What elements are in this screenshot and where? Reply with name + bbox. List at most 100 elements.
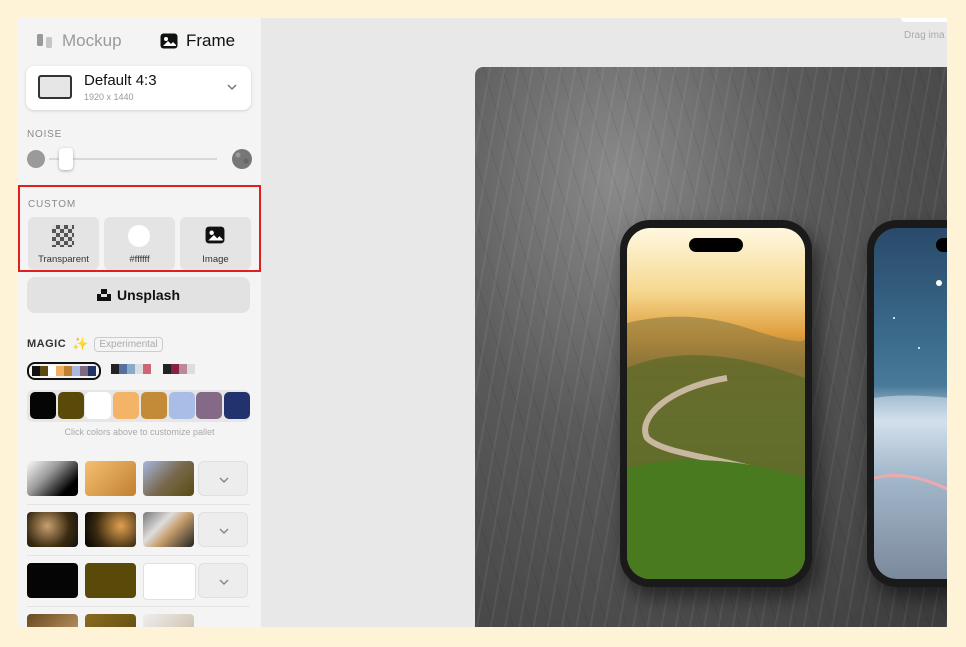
magic-label: MAGIC [27,338,67,350]
frame-size-name: Default 4:3 [84,72,157,89]
palette-color [80,366,88,376]
mockup-icon [37,34,52,48]
palette-color [119,364,127,374]
palette-color [32,366,40,376]
phone-mockup-2[interactable] [867,220,947,587]
mockup-canvas[interactable] [475,67,947,627]
dynamic-island [936,238,947,252]
palette-color [127,364,135,374]
chevron-down-icon [219,528,229,535]
palette-preset[interactable] [27,362,101,380]
image-icon [205,226,225,244]
color-swatch[interactable] [30,392,56,419]
palette-color [64,366,72,376]
noise-slider-track[interactable] [49,158,217,160]
dynamic-island [689,238,743,252]
tab-frame-label: Frame [186,31,236,50]
color-swatch[interactable] [196,392,223,419]
expand-presets-button[interactable] [198,563,248,598]
gradient-preset[interactable] [143,563,196,600]
custom-label: CUSTOM [28,199,76,210]
phone-screen-2 [874,228,947,579]
divider [27,504,250,505]
transparent-label: Transparent [38,254,89,265]
gradient-preset[interactable] [143,614,194,627]
expand-presets-button[interactable] [198,461,248,496]
color-swatch[interactable] [140,392,167,419]
palette-color [179,364,187,374]
divider [27,606,250,607]
divider [27,555,250,556]
white-color-button[interactable]: #ffffff [104,217,175,270]
color-swatches [27,390,250,422]
tab-mockup-label: Mockup [62,31,122,50]
color-swatch[interactable] [113,392,140,419]
palette-color [163,364,171,374]
palette-color [56,366,64,376]
noise-min-icon [27,150,45,168]
palette-color [111,364,119,374]
noise-label: NOISE [27,129,63,140]
checkerboard-icon [52,225,74,247]
drop-zone-tab[interactable] [901,18,947,22]
tab-bar: Mockup Frame [18,28,261,54]
transparent-button[interactable]: Transparent [28,217,99,270]
gradient-preset[interactable] [27,563,78,598]
image-label: Image [202,254,229,265]
gradient-preset[interactable] [27,461,78,496]
unsplash-label: Unsplash [116,287,180,303]
color-swatch[interactable] [168,392,195,419]
custom-background-section: CUSTOM Transparent #ffffff Image [18,185,261,272]
noise-control [27,148,252,170]
sidebar: Mockup Frame Default 4:3 1920 x 1440 NOI… [18,18,261,627]
white-color-label: #ffffff [129,254,150,265]
tab-frame[interactable]: Frame [160,28,235,54]
drag-hint: Drag ima [904,30,945,41]
palette-color [187,364,195,374]
chevron-down-icon [227,84,237,91]
color-swatch[interactable] [223,392,250,419]
palette-color [48,366,56,376]
noise-max-icon [232,149,252,169]
chevron-down-icon [219,477,229,484]
gradient-preset[interactable] [85,461,136,496]
gradient-preset[interactable] [85,512,136,547]
white-circle-icon [128,225,150,247]
palette-hint: Click colors above to customize pallet [64,427,215,437]
phone-screen-1 [627,228,805,579]
phone-mockup-1[interactable] [620,220,812,587]
unsplash-button[interactable]: Unsplash [27,277,250,313]
palette-preset[interactable] [161,362,197,376]
gradient-preset[interactable] [27,512,78,547]
tab-mockup[interactable]: Mockup [36,28,122,54]
sparkles-icon: ✨ [72,336,89,351]
palette-color [40,366,48,376]
chevron-down-icon [219,579,229,586]
expand-presets-button[interactable] [198,512,248,547]
image-icon [160,33,178,49]
palette-color [171,364,179,374]
frame-size-dimensions: 1920 x 1440 [84,92,134,102]
gradient-preset[interactable] [27,614,78,627]
gradient-preset[interactable] [143,512,194,547]
palette-color [143,364,151,374]
palette-color [88,366,96,376]
palette-presets [27,362,197,380]
image-background-button[interactable]: Image [180,217,251,270]
noise-slider-thumb[interactable] [59,148,74,170]
app-window: Mockup Frame Default 4:3 1920 x 1440 NOI… [18,18,947,627]
color-swatch[interactable] [57,392,84,419]
magic-header: MAGIC ✨ Experimental [27,336,163,352]
gradient-preset[interactable] [143,461,194,496]
frame-thumbnail [38,75,72,99]
gradient-preset[interactable] [85,614,136,627]
palette-color [135,364,143,374]
palette-color [72,366,80,376]
night-sky-photo [874,280,947,579]
frame-size-dropdown[interactable]: Default 4:3 1920 x 1440 [26,66,251,110]
palette-preset[interactable] [109,362,153,376]
gradient-preset[interactable] [85,563,136,598]
landscape-photo [627,316,805,579]
unsplash-icon [96,289,111,301]
color-swatch[interactable] [85,392,112,419]
